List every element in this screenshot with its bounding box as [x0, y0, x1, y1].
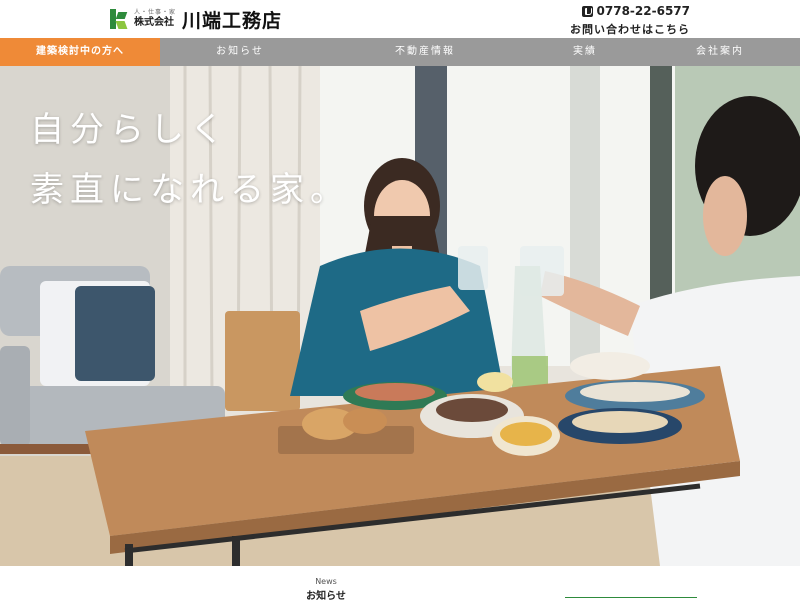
nav-item-building-consideration[interactable]: 建築検討中の方へ — [0, 38, 160, 66]
phone-number-text: 0778-22-6577 — [596, 4, 690, 18]
hero-line-1: 自分らしく — [30, 110, 230, 150]
nav-item-works[interactable]: 実績 — [530, 38, 640, 66]
phone-icon — [581, 5, 593, 17]
hero-copy: 自分らしく 素直になれる家。 — [30, 100, 350, 220]
nav-item-real-estate[interactable]: 不動産情報 — [320, 38, 530, 66]
logo-corp: 株式会社 — [134, 17, 174, 28]
main-nav: 建築検討中の方へ お知らせ 不動産情報 実績 会社案内 — [0, 38, 800, 66]
news-divider — [565, 597, 697, 598]
phone-number[interactable]: 0778-22-6577 — [570, 4, 690, 18]
logo-mark-icon — [110, 9, 128, 29]
logo[interactable]: 人・仕事・家 株式会社 川端工務店 — [110, 6, 282, 32]
news-heading: お知らせ — [306, 591, 346, 600]
site-header: 人・仕事・家 株式会社 川端工務店 0778-22-6577 お問い合わせはこち… — [0, 0, 800, 38]
hero-line-2: 素直になれる家。 — [30, 170, 350, 210]
logo-name: 川端工務店 — [182, 9, 283, 32]
news-heading-en: News — [315, 577, 337, 586]
contact-block: 0778-22-6577 お問い合わせはこちら — [570, 4, 690, 37]
contact-link[interactable]: お問い合わせはこちら — [570, 21, 690, 37]
logo-tagline: 人・仕事・家 — [134, 9, 177, 16]
nav-item-news[interactable]: お知らせ — [160, 38, 320, 66]
news-section: News お知らせ — [0, 566, 800, 600]
hero-section: 自分らしく 素直になれる家。 — [0, 66, 800, 566]
nav-item-company[interactable]: 会社案内 — [640, 38, 800, 66]
